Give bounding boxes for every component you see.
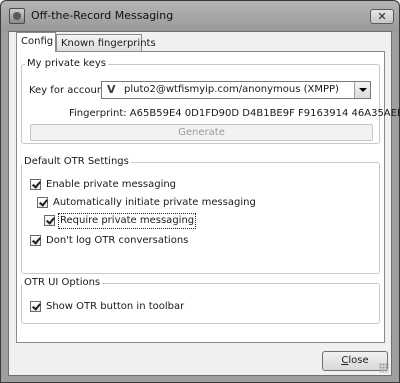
tab-config-label: Config xyxy=(21,36,54,47)
account-select[interactable]: V pluto2@wtfismyip.com/anonymous (XMPP) xyxy=(101,81,371,99)
account-select-value: pluto2@wtfismyip.com/anonymous (XMPP) xyxy=(124,84,339,95)
checkbox-checked-icon[interactable] xyxy=(30,235,41,246)
key-for-account-label: Key for account: xyxy=(29,85,111,96)
title-bar[interactable]: Off-the-Record Messaging ✕ xyxy=(1,1,399,31)
default-otr-settings-group: Default OTR Settings Enable private mess… xyxy=(21,156,380,274)
generate-button[interactable]: Generate xyxy=(30,124,373,141)
config-panel: My private keys Key for account: V pluto… xyxy=(16,51,400,343)
checkbox-checked-icon[interactable] xyxy=(37,197,48,208)
require-private-messaging-label: Require private messaging xyxy=(57,213,197,229)
enable-private-messaging-label: Enable private messaging xyxy=(46,179,177,190)
checkbox-checked-icon[interactable] xyxy=(44,215,55,226)
default-otr-settings-legend: Default OTR Settings xyxy=(22,156,131,168)
private-keys-group: My private keys Key for account: V pluto… xyxy=(21,58,400,144)
close-button-label: lose xyxy=(348,355,369,366)
auto-initiate-label: Automatically initiate private messaging xyxy=(53,197,256,208)
xmpp-account-icon: V xyxy=(107,83,116,96)
tab-known-fingerprints[interactable]: Known fingerprints xyxy=(56,34,156,52)
chevron-down-icon[interactable] xyxy=(354,82,370,98)
app-icon xyxy=(9,8,25,24)
dialog-body: Config Known fingerprints My private key… xyxy=(8,31,400,376)
checkbox-checked-icon[interactable] xyxy=(30,179,41,190)
window-title: Off-the-Record Messaging xyxy=(31,9,174,22)
fingerprint-text: Fingerprint: A65B59E4 0D1FD90D D4B1BE9F … xyxy=(69,108,400,119)
private-keys-legend: My private keys xyxy=(25,58,108,70)
otr-window: Off-the-Record Messaging ✕ Config Known … xyxy=(0,0,400,383)
resize-grip[interactable] xyxy=(379,363,389,373)
tab-config[interactable]: Config xyxy=(16,32,56,52)
dont-log-label: Don't log OTR conversations xyxy=(46,235,189,246)
otr-ui-options-group: OTR UI Options Show OTR button in toolba… xyxy=(21,277,380,324)
otr-ui-options-legend: OTR UI Options xyxy=(22,277,103,289)
window-close-button[interactable]: ✕ xyxy=(370,9,394,24)
tab-known-fingerprints-label: Known fingerprints xyxy=(61,38,156,49)
checkbox-checked-icon[interactable] xyxy=(30,301,41,312)
show-otr-button-label: Show OTR button in toolbar xyxy=(46,301,185,312)
